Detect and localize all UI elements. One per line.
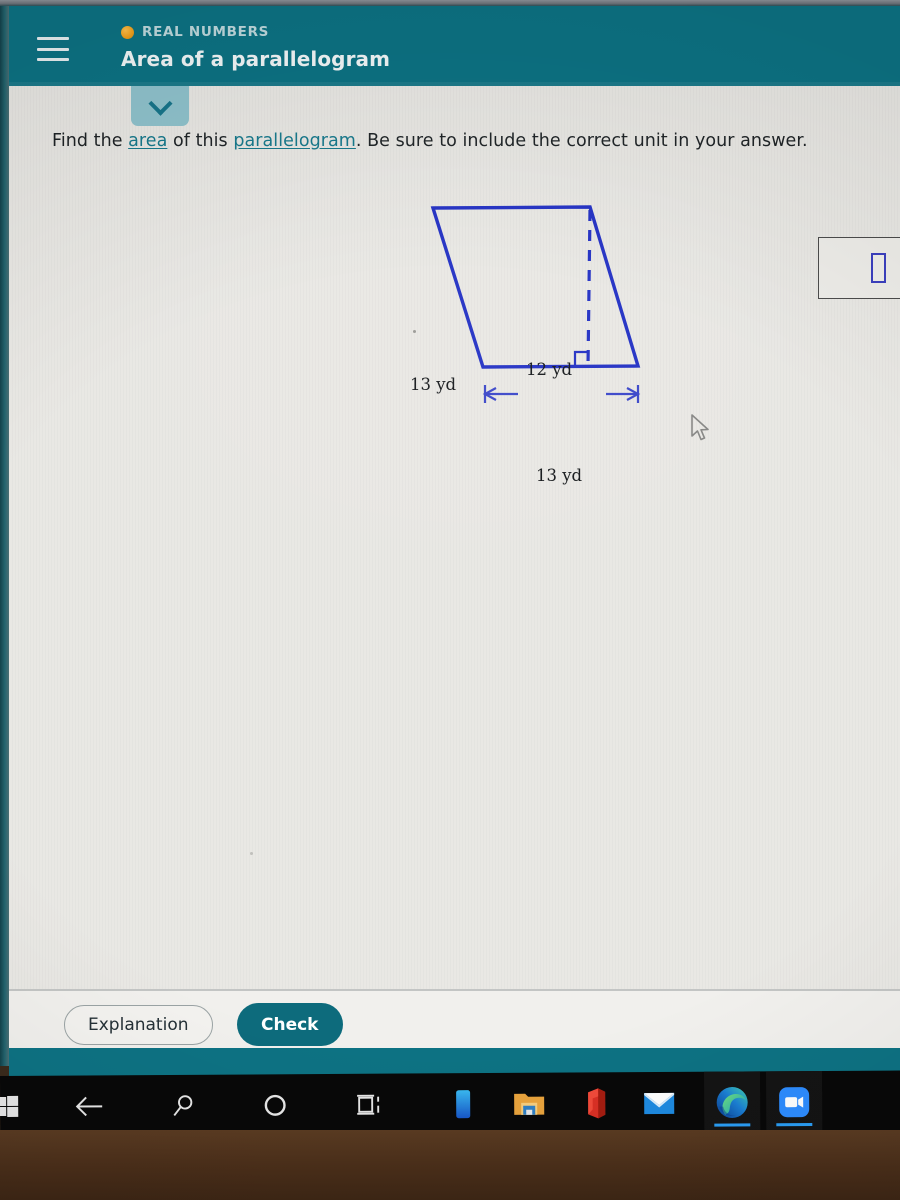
app-header: REAL NUMBERS Area of a parallelogram <box>0 6 900 86</box>
parallelogram-outline <box>430 205 641 369</box>
parallelogram-svg <box>430 205 641 403</box>
hamburger-line <box>37 37 69 40</box>
right-angle-icon <box>573 350 588 366</box>
mouse-cursor-icon <box>691 414 709 441</box>
breadcrumb-label: REAL NUMBERS <box>142 24 270 40</box>
height-dashed-line <box>586 209 592 367</box>
cortana-circle-icon[interactable] <box>256 1086 294 1124</box>
action-bar: Explanation Check <box>9 991 900 1048</box>
zoom-video-icon[interactable] <box>765 1070 823 1134</box>
check-button[interactable]: Check <box>237 1003 343 1046</box>
hamburger-line <box>37 47 69 51</box>
breadcrumb: REAL NUMBERS <box>121 24 390 40</box>
hamburger-menu-icon[interactable] <box>37 37 69 61</box>
your-phone-icon[interactable] <box>444 1085 482 1123</box>
explanation-button[interactable]: Explanation <box>64 1005 213 1045</box>
file-explorer-icon[interactable] <box>510 1085 548 1123</box>
answer-caret <box>870 253 886 283</box>
figure-label-base: 13 yd <box>536 466 583 485</box>
microsoft-office-icon[interactable] <box>576 1084 614 1122</box>
page-body: Find the area of this parallelogram. Be … <box>9 86 900 1048</box>
microsoft-edge-icon[interactable] <box>703 1071 761 1134</box>
header-text-group: REAL NUMBERS Area of a parallelogram <box>121 24 390 71</box>
page-title: Area of a parallelogram <box>121 47 391 71</box>
figure-label-slant-side: 13 yd <box>410 375 457 394</box>
orange-circle-icon <box>121 25 134 39</box>
mail-icon[interactable] <box>640 1084 678 1122</box>
figure-label-height: 12 yd <box>526 360 573 379</box>
windows-start-icon[interactable] <box>0 1088 26 1126</box>
hamburger-line <box>37 58 69 61</box>
back-arrow-icon[interactable] <box>70 1087 108 1125</box>
dust-speck <box>250 852 253 855</box>
windows-taskbar <box>0 1070 900 1138</box>
parallelogram-figure: 13 yd 12 yd 13 yd <box>9 86 900 855</box>
taskbar-active-underline <box>714 1123 751 1127</box>
monitor-bezel-left <box>0 6 9 1066</box>
search-icon[interactable] <box>165 1087 203 1125</box>
dust-speck <box>413 330 416 333</box>
answer-input[interactable] <box>818 237 900 299</box>
desk-surface <box>0 1130 900 1200</box>
taskbar-active-underline <box>776 1123 813 1127</box>
task-view-icon[interactable] <box>350 1086 388 1124</box>
screen-photo: REAL NUMBERS Area of a parallelogram Fin… <box>0 0 900 1200</box>
